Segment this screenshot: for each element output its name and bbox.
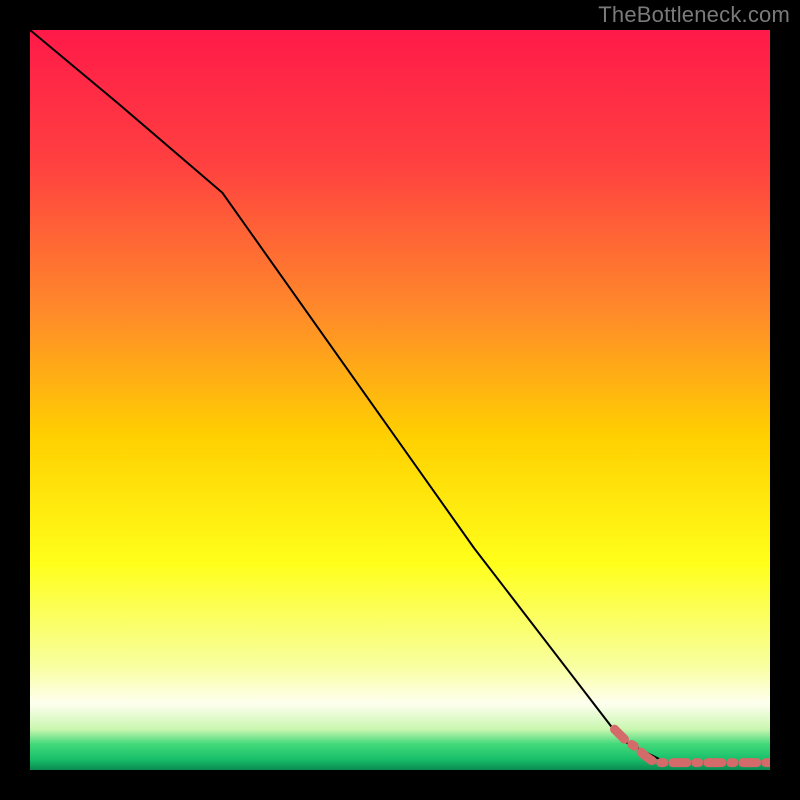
plot-background <box>30 30 770 770</box>
dotted-tail-dot <box>743 758 752 767</box>
plot-svg <box>30 30 770 770</box>
chart-frame: TheBottleneck.com <box>0 0 800 800</box>
dotted-tail-dot <box>610 725 619 734</box>
watermark-text: TheBottleneck.com <box>598 2 790 28</box>
plot-container <box>30 30 770 770</box>
dotted-tail-dot <box>669 758 678 767</box>
dotted-tail-dot <box>647 756 656 765</box>
dotted-tail-dot <box>706 758 715 767</box>
